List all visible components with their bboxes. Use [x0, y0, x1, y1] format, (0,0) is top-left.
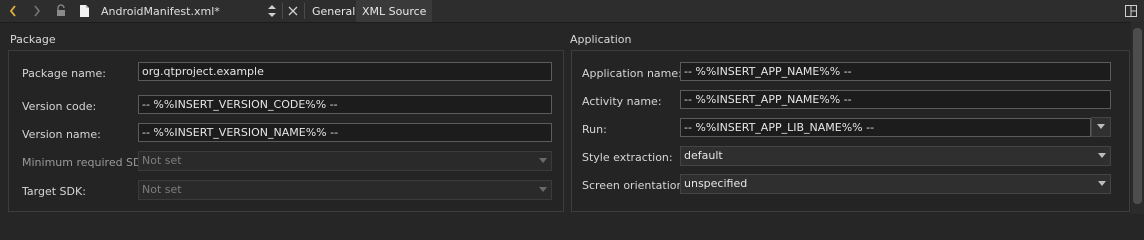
- target-sdk-label: Target SDK:: [22, 185, 86, 198]
- run-dropdown-button[interactable]: [1091, 117, 1111, 137]
- file-icon: [78, 4, 90, 18]
- style-extraction-select[interactable]: default: [680, 146, 1111, 166]
- package-name-label: Package name:: [22, 67, 106, 80]
- activity-name-label: Activity name:: [582, 95, 662, 108]
- up-down-arrows-icon: [268, 5, 276, 17]
- chevron-down-icon: [1098, 153, 1106, 158]
- file-name-label: AndroidManifest.xml*: [101, 4, 220, 18]
- forward-button[interactable]: [26, 0, 48, 22]
- application-name-label: Application name:: [582, 67, 682, 80]
- lock-button[interactable]: [50, 0, 72, 22]
- lock-icon: [57, 4, 65, 16]
- min-sdk-value: Not set: [142, 154, 182, 167]
- toolbar-separator: [304, 3, 305, 19]
- application-group-title: Application: [570, 33, 632, 46]
- version-name-input[interactable]: -- %%INSERT_VERSION_NAME%% --: [138, 123, 552, 142]
- chevron-down-icon: [539, 187, 547, 192]
- activity-name-input[interactable]: -- %%INSERT_APP_NAME%% --: [680, 90, 1111, 109]
- screen-orientation-label: Screen orientation:: [582, 179, 688, 192]
- version-name-label: Version name:: [22, 128, 101, 141]
- min-sdk-select[interactable]: Not set: [138, 151, 552, 171]
- min-sdk-label: Minimum required SDK:: [22, 156, 153, 169]
- editor-toolbar: AndroidManifest.xml* General XML Source: [0, 0, 1144, 23]
- vertical-scrollbar[interactable]: [1131, 22, 1144, 214]
- target-sdk-value: Not set: [142, 183, 182, 196]
- chevron-down-icon: [1097, 124, 1105, 129]
- version-code-input[interactable]: -- %%INSERT_VERSION_CODE%% --: [138, 95, 552, 114]
- chevron-down-icon: [1098, 181, 1106, 186]
- run-input[interactable]: -- %%INSERT_APP_LIB_NAME%% --: [680, 118, 1091, 137]
- tab-general[interactable]: General: [306, 0, 361, 22]
- chevron-left-icon: [9, 5, 16, 17]
- split-editor-button[interactable]: [1124, 4, 1138, 18]
- package-name-input[interactable]: org.qtproject.example: [138, 62, 552, 81]
- scrollbar-thumb[interactable]: [1133, 28, 1142, 204]
- run-label: Run:: [582, 123, 607, 136]
- application-name-input[interactable]: -- %%INSERT_APP_NAME%% --: [680, 62, 1111, 81]
- chevron-right-icon: [34, 5, 41, 17]
- version-code-label: Version code:: [22, 100, 97, 113]
- toolbar-separator: [282, 3, 283, 19]
- chevron-down-icon: [539, 158, 547, 163]
- target-sdk-select[interactable]: Not set: [138, 180, 552, 200]
- screen-orientation-select[interactable]: unspecified: [680, 174, 1111, 194]
- split-icon: [1125, 5, 1137, 17]
- back-button[interactable]: [2, 0, 24, 22]
- close-icon: [288, 6, 298, 16]
- open-documents-combo[interactable]: AndroidManifest.xml*: [76, 0, 281, 22]
- style-extraction-value: default: [684, 149, 723, 162]
- style-extraction-label: Style extraction:: [582, 151, 673, 164]
- package-group-title: Package: [10, 33, 56, 46]
- close-document-button[interactable]: [284, 0, 302, 22]
- tab-xml-source[interactable]: XML Source: [356, 0, 433, 22]
- screen-orientation-value: unspecified: [684, 177, 748, 190]
